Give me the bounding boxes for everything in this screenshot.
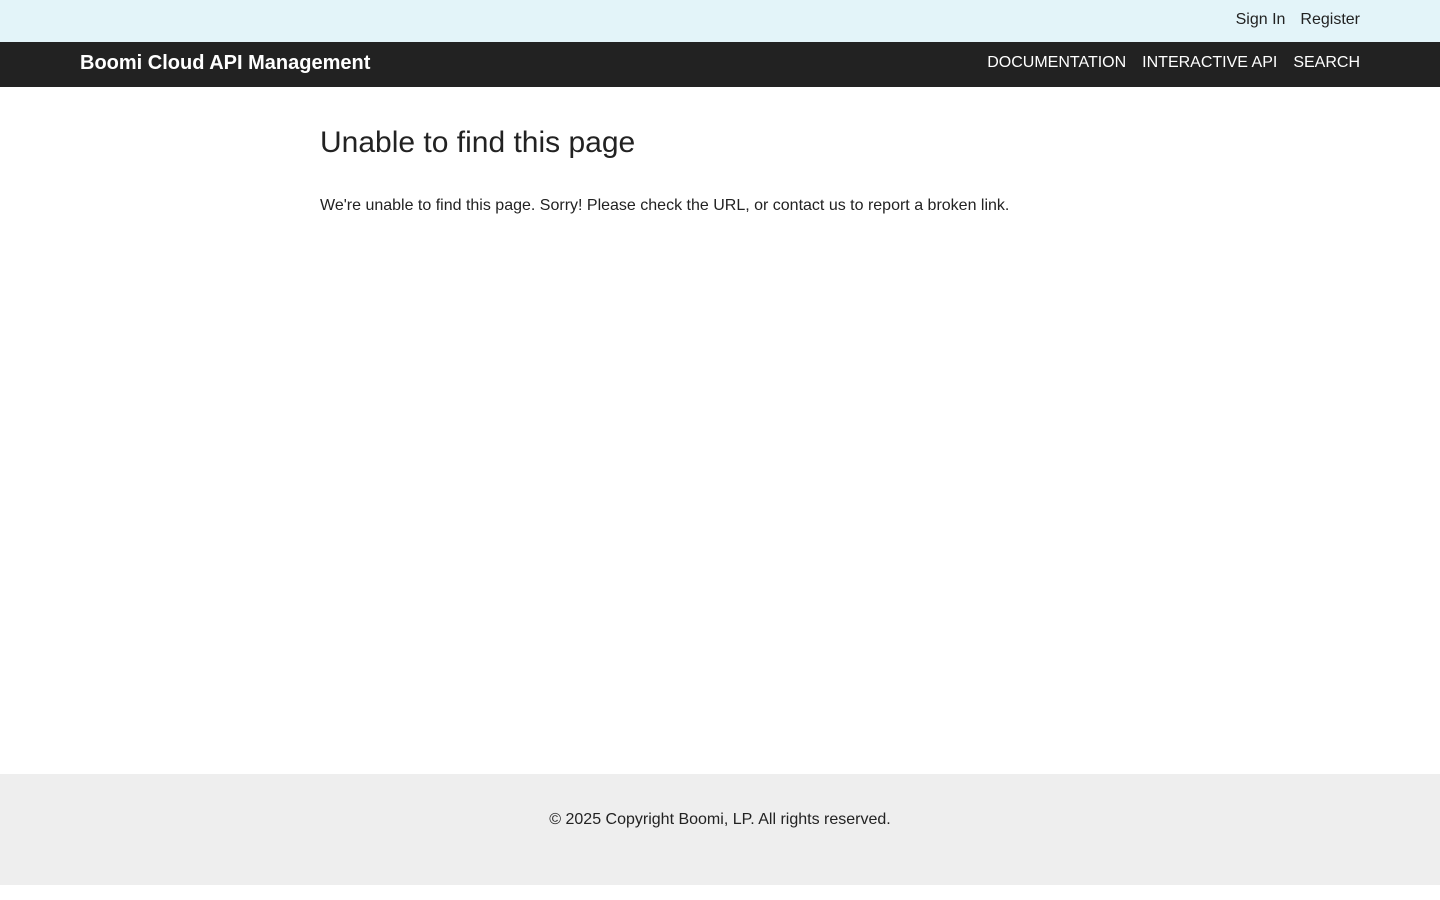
contact-us-link[interactable]: contact us — [773, 197, 846, 214]
utility-links: Sign In Register — [1236, 0, 1360, 40]
copyright-text: © 2025 Copyright Boomi, LP. All rights r… — [549, 811, 891, 828]
main-content: Unable to find this page We're unable to… — [320, 124, 1120, 218]
brand-link[interactable]: Boomi Cloud API Management — [80, 42, 370, 84]
error-message-text-after: to report a broken link. — [845, 197, 1010, 214]
main-nav-bar: Boomi Cloud API Management DOCUMENTATION… — [0, 42, 1440, 87]
nav-item-documentation[interactable]: DOCUMENTATION — [987, 54, 1126, 72]
page: Sign In Register Boomi Cloud API Managem… — [0, 0, 1440, 900]
main-nav: DOCUMENTATION INTERACTIVE API SEARCH — [987, 42, 1360, 84]
nav-item-interactive-api[interactable]: INTERACTIVE API — [1142, 54, 1277, 72]
error-message: We're unable to find this page. Sorry! P… — [320, 194, 1120, 218]
utility-bar: Sign In Register — [0, 0, 1440, 42]
register-link[interactable]: Register — [1300, 11, 1360, 29]
footer: © 2025 Copyright Boomi, LP. All rights r… — [0, 774, 1440, 885]
page-title: Unable to find this page — [320, 126, 636, 159]
error-message-text-before: We're unable to find this page. Sorry! P… — [320, 197, 773, 214]
nav-item-search[interactable]: SEARCH — [1293, 54, 1360, 72]
sign-in-link[interactable]: Sign In — [1236, 11, 1286, 29]
